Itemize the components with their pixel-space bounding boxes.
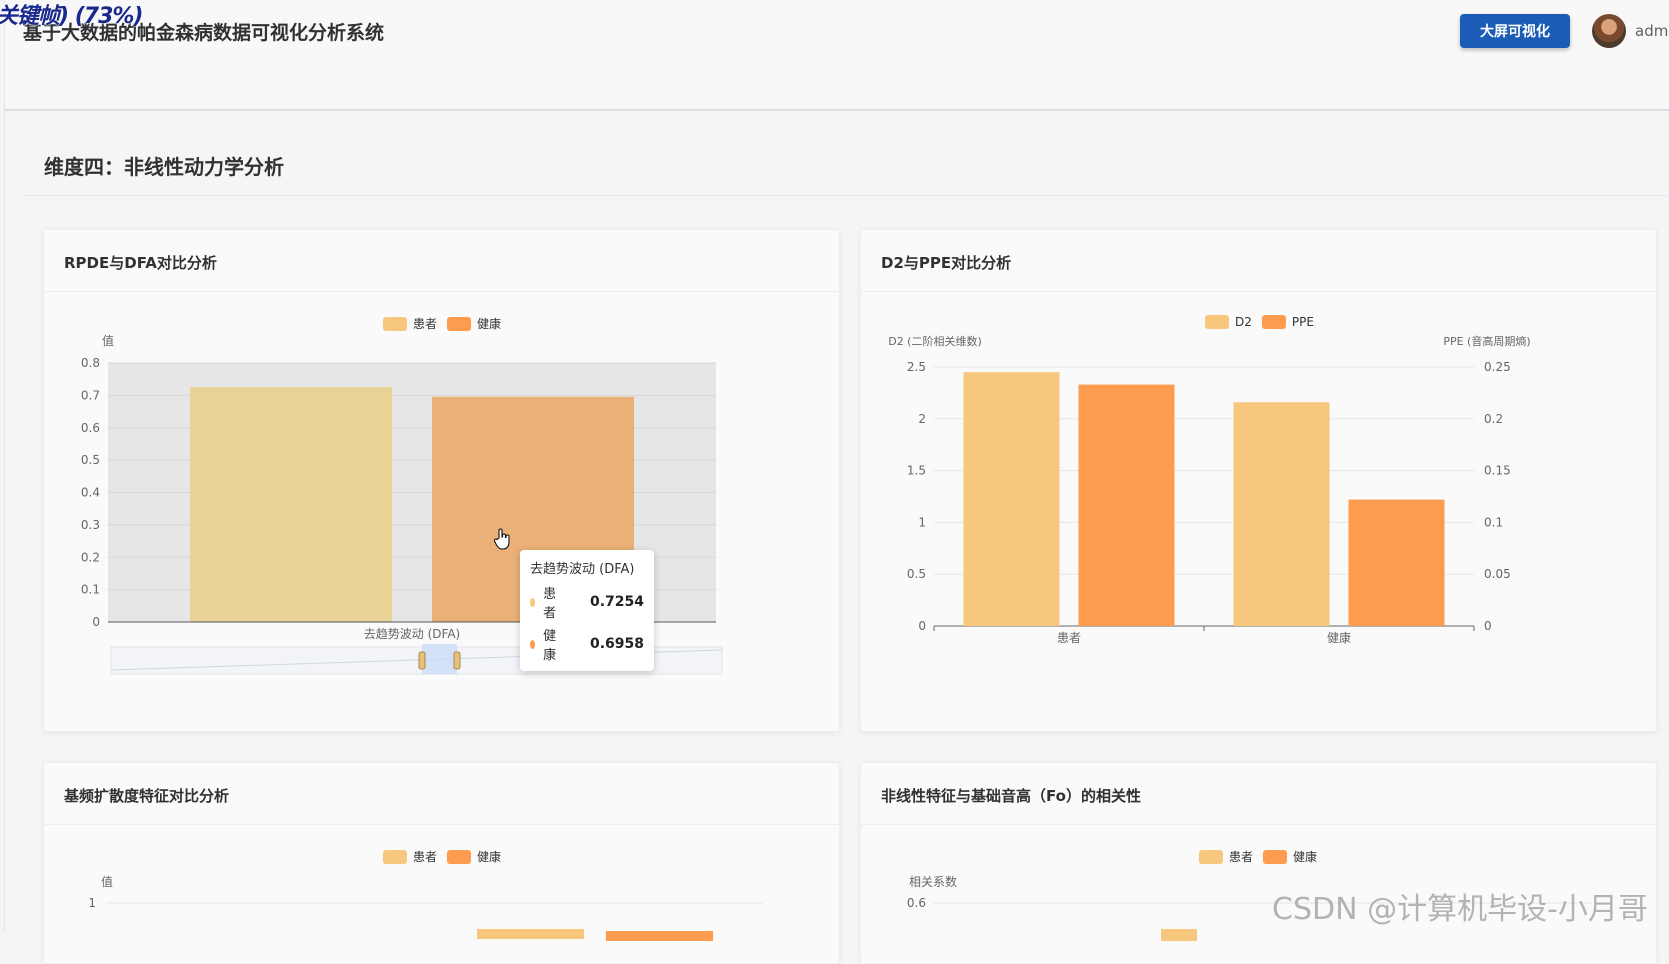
y-tick-label-left: 1.5 <box>907 464 926 478</box>
tooltip-row-healthy: 健康 0.6958 <box>530 625 644 663</box>
y-tick-label-left: 0 <box>918 619 926 633</box>
y-tick-label-left: 2.5 <box>907 360 926 374</box>
bar-d2 <box>1233 402 1330 626</box>
x-tick-label: 去趋势波动 (DFA) <box>364 627 460 641</box>
tooltip-dot <box>530 639 536 649</box>
y-tick-label-right: 0.15 <box>1484 464 1511 478</box>
y-axis-name: 相关系数 <box>909 874 957 889</box>
top-header: 基于大数据的帕金森病数据可视化分析系统 大屏可视化 admin <box>4 0 1669 111</box>
y-tick-label-right: 0.1 <box>1484 515 1503 529</box>
y-tick-label: 0.3 <box>81 518 100 532</box>
rpde-dfa-card: RPDE与DFA对比分析 患者 健康 0 0.1 0.2 0.3 0.4 0.5 0.6 0.… <box>43 229 840 732</box>
tooltip-dot <box>530 597 536 607</box>
dfa-bar-chart[interactable]: 0 0.1 0.2 0.3 0.4 0.5 0.6 0.7 0.8值去趋势波动 (DFA) <box>44 230 839 731</box>
section-divider <box>23 195 1669 196</box>
chart-tooltip: 去趋势波动 (DFA) 患者 0.7254 健康 0.6958 <box>520 550 654 671</box>
tooltip-title: 去趋势波动 (DFA) <box>530 562 635 577</box>
y-tick-label-left: 2 <box>918 412 926 426</box>
y-tick-label: 0.1 <box>81 583 100 597</box>
bar-patient <box>477 929 584 939</box>
bigscreen-button[interactable]: 大屏可视化 <box>1460 14 1570 48</box>
y-tick-label: 1 <box>88 896 96 910</box>
bar-d2 <box>963 372 1060 626</box>
bar-ppe <box>1348 499 1445 626</box>
y-tick-label-left: 0.5 <box>907 567 926 581</box>
tooltip-label: 健康 <box>543 629 557 663</box>
tooltip-value: 0.7254 <box>589 594 644 610</box>
datazoom-window <box>422 644 457 674</box>
y-tick-label: 0.2 <box>81 550 100 564</box>
y-axis-name: 值 <box>102 333 114 348</box>
nonlinear-fo-card: 非线性特征与基础音高（Fo）的相关性 患者 健康 相关系数 0.6 <box>860 762 1657 964</box>
recording-overlay-text: 关键帧) (73%) <box>0 4 143 29</box>
y-tick-label: 0.4 <box>81 486 100 500</box>
tooltip-label: 患者 <box>543 587 557 621</box>
d2-ppe-card: D2与PPE对比分析 D2 PPE D2 (二阶相关维数) PPE (音高周期熵)… <box>860 229 1657 732</box>
y-tick-label-left: 1 <box>918 515 926 529</box>
bar-patient <box>190 387 392 622</box>
y-tick-label-right: 0 <box>1484 619 1492 633</box>
y-tick-label: 0 <box>92 615 100 629</box>
fo-spread-card: 基频扩散度特征对比分析 患者 健康 值 1 <box>43 762 840 964</box>
hand-cursor-icon <box>494 528 510 550</box>
x-tick-label: 患者 <box>1057 631 1081 645</box>
user-avatar[interactable] <box>1592 14 1626 48</box>
bar-ppe <box>1078 384 1175 626</box>
fo-spread-chart[interactable]: 值 1 <box>44 763 839 963</box>
tooltip-value: 0.6958 <box>589 636 644 652</box>
y-tick-label-right: 0.05 <box>1484 567 1511 581</box>
y-tick-label-right: 0.2 <box>1484 412 1503 426</box>
y-tick-label: 0.7 <box>81 388 100 402</box>
y-tick-label-right: 0.25 <box>1484 360 1511 374</box>
y-axis-name-left: D2 (二阶相关维数) <box>888 334 982 348</box>
y-tick-label: 0.6 <box>81 421 100 435</box>
user-name[interactable]: admin <box>1635 22 1669 40</box>
tooltip-row-patient: 患者 0.7254 <box>530 583 644 621</box>
nonlinear-fo-chart[interactable]: 相关系数 0.6 <box>861 763 1656 963</box>
y-tick-label: 0.5 <box>81 453 100 467</box>
section-title: 维度四：非线性动力学分析 <box>44 155 284 179</box>
y-axis-name: 值 <box>101 874 113 889</box>
y-axis-name-right: PPE (音高周期熵) <box>1443 334 1530 348</box>
d2-ppe-bar-chart[interactable]: D2 (二阶相关维数) PPE (音高周期熵) 0 0.5 1 1.5 2 2.5 0 0.05 0… <box>861 230 1656 731</box>
y-tick-label: 0.6 <box>907 896 926 910</box>
x-tick-label: 健康 <box>1327 630 1351 645</box>
csdn-watermark: CSDN @计算机毕设-小月哥 <box>1272 892 1648 927</box>
datazoom-handle-left <box>418 651 426 670</box>
y-tick-label: 0.8 <box>81 356 100 370</box>
datazoom-handle-right <box>453 651 461 670</box>
bar-patient <box>1161 929 1197 941</box>
